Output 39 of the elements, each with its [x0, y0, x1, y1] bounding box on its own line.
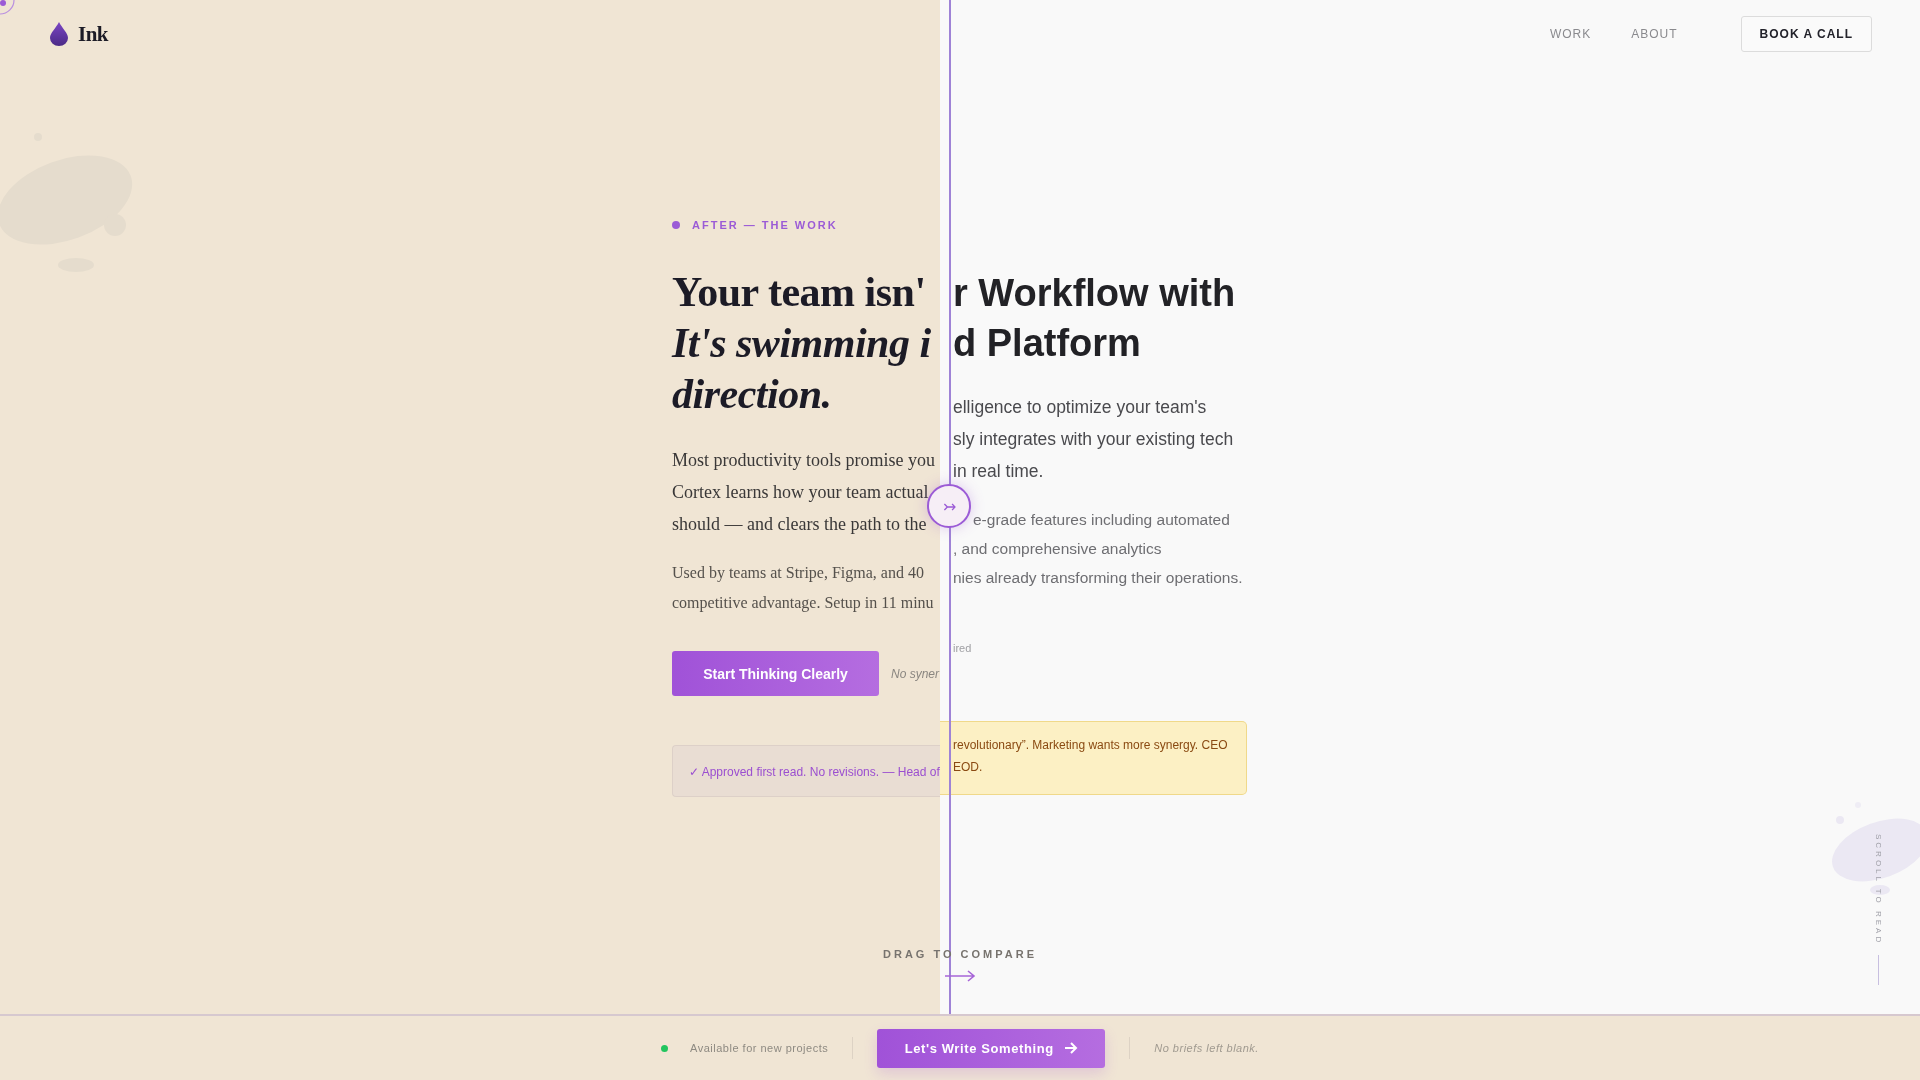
fine-print: ired	[953, 641, 972, 655]
memo-line: EOD.	[953, 759, 984, 776]
book-call-button[interactable]: BOOK A CALL	[1740, 16, 1872, 52]
body-line: e-grade features including automated	[972, 510, 1231, 530]
body-line: Most productivity tools promise you	[672, 449, 935, 472]
memo-line: revolutionary”. Marketing wants more synergy. CEO	[953, 737, 1229, 754]
start-button[interactable]: Start Thinking Clearly	[672, 651, 879, 696]
body-line: , and comprehensive analytics	[953, 539, 1163, 559]
section-tag: AFTER — THE WORK	[692, 219, 838, 231]
ink-drop-icon	[50, 22, 68, 46]
availability-status: Available for new projects	[690, 1042, 829, 1054]
body-line: sly integrates with your existing tech	[953, 428, 1234, 451]
approval-note: ✓ Approved first read. No revisions. — Head of	[672, 745, 940, 797]
tag-dot-icon	[672, 221, 680, 229]
arrow-right-icon	[944, 970, 976, 982]
body-line: elligence to optimize your team's	[953, 396, 1208, 419]
logo-text[interactable]: Ink	[78, 21, 109, 47]
nav-link[interactable]: ABOUT	[1631, 27, 1678, 41]
tagline: No briefs left blank.	[1154, 1042, 1259, 1054]
cursor-ring-icon	[0, 0, 16, 16]
headline-line: direction.	[672, 370, 832, 419]
headline-line: Your team isn'	[672, 268, 926, 317]
body-line: nies already transforming their operations.	[953, 568, 1243, 588]
write-button[interactable]: Let's Write Something	[877, 1028, 1106, 1068]
headline-line: d Platform	[953, 321, 1141, 366]
body-line: Used by teams at Stripe, Figma, and 40	[672, 563, 924, 584]
body-line: in real time.	[953, 460, 1045, 483]
nav-link[interactable]: WORK	[1549, 27, 1592, 41]
headline-line: It's swimming i	[672, 319, 931, 368]
body-line: competitive advantage. Setup in 11 minu	[672, 593, 934, 614]
status-dot-icon	[661, 1044, 669, 1052]
headline-line: r Workflow with	[953, 271, 1236, 316]
cta-note: No syner	[891, 666, 940, 681]
body-line: should — and clears the path to the	[672, 513, 927, 536]
scroll-line	[1878, 955, 1879, 986]
compare-divider[interactable]	[949, 0, 951, 1016]
scroll-hint: SCROLL TO READ	[1874, 834, 1883, 946]
body-line: Cortex learns how your team actual	[672, 481, 929, 504]
arrow-right-icon	[1063, 1041, 1078, 1055]
